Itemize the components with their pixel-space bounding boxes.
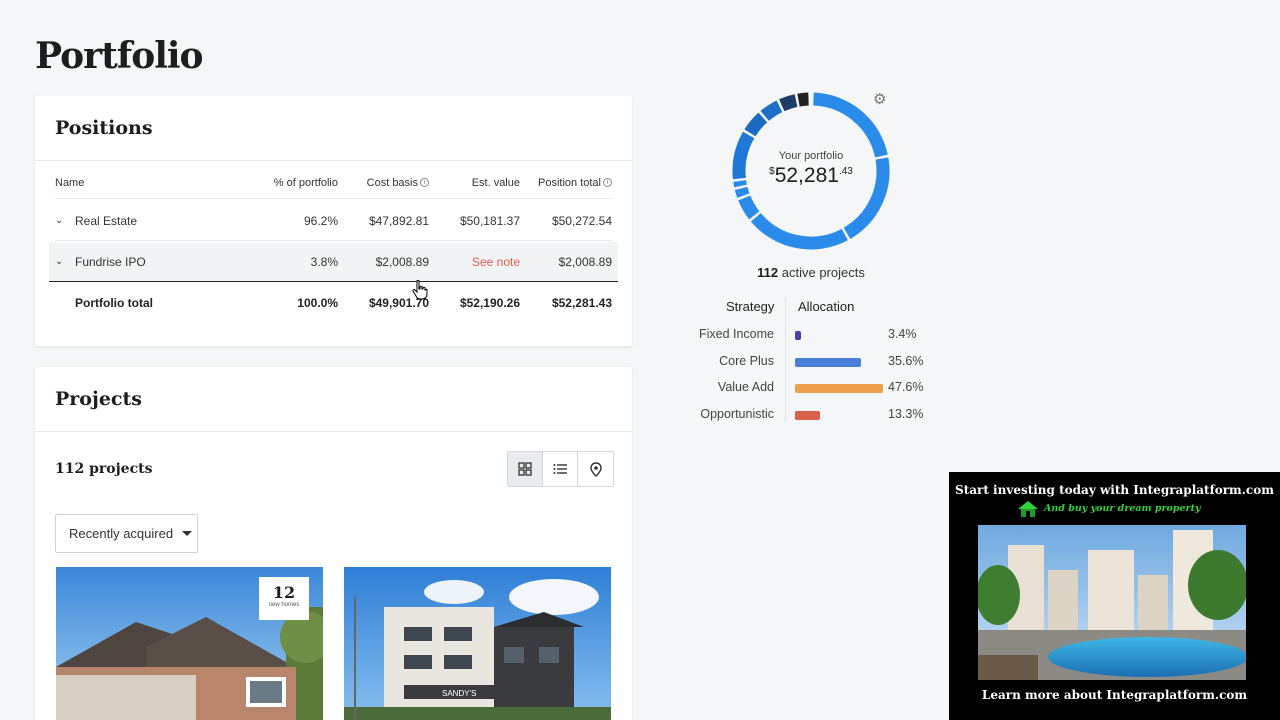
- allocation-row: Core Plus 35.6%: [690, 352, 930, 372]
- allocation-row: Opportunistic 13.3%: [690, 405, 930, 425]
- row-pct: 3.8%: [310, 254, 338, 269]
- col-pct[interactable]: % of portfolio: [255, 177, 338, 189]
- ad-subline: And buy your dream property: [1044, 503, 1201, 514]
- donut-segment: [797, 92, 809, 107]
- strategy-label: Opportunistic: [700, 407, 774, 421]
- row-est: $50,181.37: [459, 213, 520, 228]
- active-label: active projects: [781, 265, 865, 280]
- active-count: 112: [757, 265, 779, 280]
- list-view-button[interactable]: [543, 452, 578, 486]
- allocation-bar: [795, 411, 820, 420]
- portfolio-summary: Your portfolio $52,281.43: [730, 150, 892, 188]
- info-icon[interactable]: i: [420, 178, 429, 188]
- see-note-link[interactable]: See note: [429, 255, 520, 269]
- page-title: Portfolio: [35, 35, 204, 77]
- row-pct: 96.2%: [303, 213, 338, 228]
- row-name: Real Estate: [75, 213, 138, 228]
- info-icon[interactable]: i: [603, 178, 612, 188]
- allocation-table: Strategy Allocation Fixed Income 3.4% Co…: [690, 297, 930, 422]
- divider: [35, 431, 632, 432]
- ad-headline: Start investing today with Integraplatfo…: [955, 483, 1274, 497]
- row-total: $2,008.89: [558, 254, 612, 269]
- strategy-label: Fixed Income: [698, 327, 774, 341]
- row-total: $50,272.54: [551, 213, 612, 228]
- ad-footer: Learn more about Integraplatform.com: [981, 688, 1248, 702]
- strategy-label: Core Plus: [719, 354, 774, 368]
- strategy-label: Value Add: [717, 380, 774, 394]
- map-view-button[interactable]: [578, 452, 613, 486]
- donut-segment: [738, 195, 760, 220]
- col-cost[interactable]: Cost basis i: [338, 177, 429, 189]
- gear-icon[interactable]: ⚙: [873, 90, 886, 108]
- badge-number: 12: [272, 583, 296, 602]
- allocation-row: Fixed Income 3.4%: [690, 325, 930, 345]
- row-name: Fundrise IPO: [75, 254, 146, 269]
- project-image: SANDY'S: [344, 567, 611, 720]
- project-card[interactable]: 12 new homes: [56, 567, 323, 720]
- col-est[interactable]: Est. value: [429, 177, 520, 189]
- building-sign: SANDY'S: [442, 689, 476, 698]
- project-card[interactable]: SANDY'S: [344, 567, 611, 720]
- strategy-header: Strategy: [726, 299, 775, 314]
- allocation-header: Allocation: [798, 299, 855, 314]
- view-toggle: [507, 451, 614, 487]
- active-projects: 112 active projects: [730, 265, 892, 280]
- donut-segment: [779, 94, 798, 112]
- table-row[interactable]: ⌄ Real Estate 96.2% $47,892.81 $50,181.37…: [55, 201, 612, 241]
- chevron-down-icon[interactable]: ⌄: [55, 215, 75, 226]
- positions-card: Positions Name % of portfolio Cost basis…: [35, 96, 632, 346]
- list-view-icon: [553, 464, 567, 474]
- donut-segment: [744, 112, 768, 137]
- grid-view-icon: [518, 462, 532, 476]
- col-cost-label: Cost basis: [366, 176, 418, 189]
- col-total[interactable]: Position total i: [520, 177, 612, 189]
- ad-image: [978, 525, 1246, 680]
- sort-dropdown[interactable]: Recently acquired: [55, 514, 198, 553]
- map-pin-icon: [589, 461, 602, 477]
- project-count: 112 projects: [55, 461, 153, 477]
- total-total: $52,281.43: [551, 296, 612, 310]
- new-homes-badge: 12 new homes: [259, 577, 309, 620]
- allocation-pct: 13.3%: [888, 407, 924, 421]
- grid-view-button[interactable]: [508, 452, 543, 486]
- chevron-down-icon: [182, 531, 193, 536]
- badge-label: new homes: [268, 602, 300, 608]
- col-name[interactable]: Name: [55, 177, 255, 189]
- ad-banner[interactable]: Start investing today with Integraplatfo…: [949, 472, 1280, 720]
- allocation-bar: [795, 384, 883, 393]
- currency-symbol: $: [769, 166, 775, 177]
- allocation-row: Value Add 47.6%: [690, 378, 930, 398]
- value-whole: 52,281: [774, 164, 839, 187]
- allocation-pct: 47.6%: [888, 380, 924, 394]
- allocation-bar: [795, 358, 861, 367]
- table-row[interactable]: ⌄ Fundrise IPO 3.8% $2,008.89 See note $2…: [49, 242, 618, 282]
- donut-segment: [760, 100, 783, 121]
- positions-title: Positions: [55, 117, 153, 139]
- portfolio-label: Your portfolio: [778, 150, 844, 162]
- donut-segment: [750, 212, 848, 250]
- sort-value: Recently acquired: [69, 526, 174, 541]
- divider: [35, 160, 632, 161]
- total-pct: 100.0%: [297, 296, 338, 310]
- donut-segment: [813, 92, 888, 158]
- table-header: Name % of portfolio Cost basis i Est. val…: [55, 167, 612, 199]
- allocation-pct: 3.4%: [888, 327, 917, 341]
- donut-segment: [734, 186, 750, 198]
- allocation-bar: [795, 331, 802, 340]
- allocation-pct: 35.6%: [888, 354, 924, 368]
- house-logo-icon: [1018, 501, 1038, 517]
- projects-card: Projects 112 projects Recently acquired: [35, 367, 632, 720]
- portfolio-value: $52,281.43: [730, 164, 892, 188]
- row-cost: $47,892.81: [368, 213, 429, 228]
- total-est: $52,190.26: [459, 296, 520, 310]
- col-total-label: Position total: [538, 176, 601, 189]
- hand-cursor-icon: [412, 280, 428, 300]
- row-cost: $2,008.89: [375, 254, 429, 269]
- chevron-down-icon[interactable]: ⌄: [55, 256, 75, 267]
- total-row: Portfolio total 100.0% $49,901.70 $52,19…: [55, 283, 612, 323]
- total-name: Portfolio total: [75, 296, 153, 310]
- projects-title: Projects: [55, 388, 142, 410]
- value-cents: .43: [838, 166, 853, 177]
